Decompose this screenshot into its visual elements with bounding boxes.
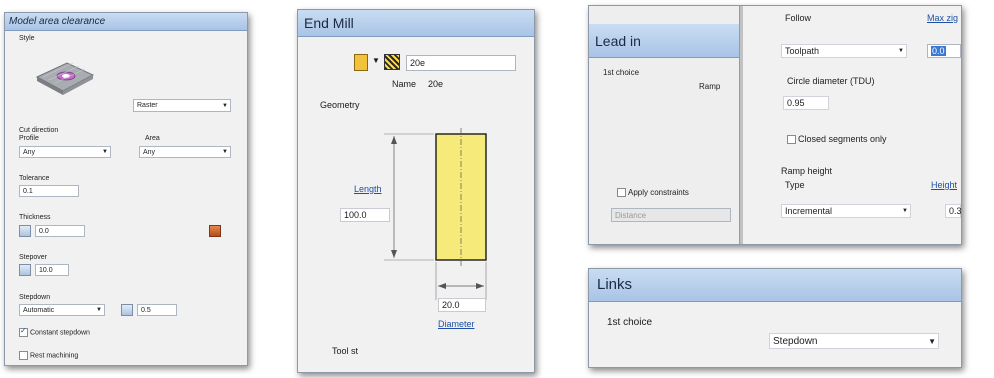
stepdown-mode-select[interactable]: Automatic ▼: [19, 304, 105, 316]
lead-in-title: Lead in: [595, 33, 641, 49]
model-area-clearance-titlebar: Model area clearance: [5, 13, 247, 31]
max-zig-link[interactable]: Max zig: [927, 13, 958, 23]
checkbox-unchecked-icon: [617, 188, 626, 198]
model-area-clearance-panel: Model area clearance Style Raster ▼ Cut …: [4, 12, 248, 366]
circle-diameter-label: Circle diameter (TDU): [787, 76, 875, 86]
checkbox-unchecked-icon: [19, 351, 28, 360]
area-select[interactable]: Any ▼: [139, 146, 231, 158]
type-select-value: Incremental: [785, 206, 833, 216]
tool-library-icon[interactable]: [384, 54, 400, 70]
chevron-down-icon[interactable]: ▼: [372, 56, 380, 65]
chevron-down-icon: ▼: [222, 103, 228, 109]
stepover-label: Stepover: [19, 254, 48, 261]
lead-in-titlebar: Lead in: [589, 24, 739, 58]
stepover-input[interactable]: 10.0: [35, 264, 69, 276]
style-select[interactable]: Raster ▼: [133, 99, 231, 112]
lead-in-ramp-label: Ramp: [699, 82, 721, 91]
column-divider: [739, 6, 743, 244]
stepdown-icon[interactable]: [121, 304, 133, 316]
area-select-value: Any: [143, 149, 156, 156]
follow-select[interactable]: Toolpath ▼: [781, 44, 907, 58]
style-label: Style: [19, 35, 35, 42]
thickness-pick-icon[interactable]: [209, 225, 221, 237]
lead-in-left-column: Lead in 1st choice Ramp Apply constraint…: [589, 6, 739, 244]
type-select[interactable]: Incremental ▼: [781, 204, 911, 218]
links-title: Links: [597, 276, 633, 293]
checkbox-checked-icon: ✓: [19, 326, 28, 337]
profile-label: Profile: [19, 135, 39, 142]
stepover-icon[interactable]: [19, 264, 31, 276]
style-select-value: Raster: [137, 102, 158, 109]
max-zig-input[interactable]: 0.0: [927, 44, 961, 58]
diameter-input[interactable]: 20.0: [438, 298, 486, 312]
area-label: Area: [145, 135, 160, 142]
apply-constraints-checkbox[interactable]: Apply constraints: [617, 188, 689, 198]
diameter-link[interactable]: Diameter: [438, 319, 475, 329]
style-preview-image: [35, 62, 95, 95]
length-link[interactable]: Length: [354, 184, 382, 194]
stepdown-input[interactable]: 0.5: [137, 304, 177, 316]
rest-machining-label: Rest machining: [30, 352, 79, 360]
thickness-label: Thickness: [19, 214, 51, 221]
distance-select[interactable]: Distance: [611, 208, 731, 222]
end-mill-panel: End Mill ▼ 20e Name 20e Geometry Length …: [297, 9, 535, 373]
length-input[interactable]: 100.0: [340, 208, 390, 222]
type-label: Type: [785, 180, 805, 190]
chevron-down-icon: ▼: [898, 48, 904, 54]
chevron-down-icon: ▼: [928, 337, 936, 346]
tool-type-icon[interactable]: [354, 54, 368, 71]
constant-stepdown-checkbox[interactable]: ✓ Constant stepdown: [19, 326, 90, 337]
thickness-input[interactable]: 0.0: [35, 225, 85, 237]
lead-in-panel: Lead in 1st choice Ramp Apply constraint…: [588, 5, 962, 245]
model-area-clearance-title: Model area clearance: [9, 16, 106, 27]
distance-placeholder: Distance: [615, 211, 647, 220]
end-mill-titlebar: End Mill: [298, 10, 534, 37]
stepdown-label: Stepdown: [19, 294, 51, 301]
geometry-label: Geometry: [320, 100, 360, 110]
stepdown-mode-value: Automatic: [23, 307, 55, 314]
chevron-down-icon: ▼: [222, 149, 228, 155]
closed-segments-checkbox[interactable]: Closed segments only: [787, 134, 887, 145]
rest-machining-checkbox[interactable]: Rest machining: [19, 351, 78, 360]
chevron-down-icon: ▼: [902, 208, 908, 214]
tool-name-select[interactable]: 20e: [406, 55, 516, 71]
cut-direction-label: Cut direction: [19, 127, 59, 134]
apply-constraints-label: Apply constraints: [628, 188, 689, 197]
tool-settings-label-partial: Tool st: [332, 346, 359, 356]
links-titlebar: Links: [589, 269, 961, 302]
closed-segments-label: Closed segments only: [798, 134, 887, 144]
ramp-height-label: Ramp height: [781, 166, 833, 176]
constant-stepdown-label: Constant stepdown: [30, 329, 90, 337]
tool-name-select-value: 20e: [410, 58, 426, 68]
links-first-choice-value: Stepdown: [773, 336, 818, 347]
links-first-choice-label: 1st choice: [607, 317, 653, 328]
height-link[interactable]: Height: [931, 180, 957, 190]
profile-select[interactable]: Any ▼: [19, 146, 111, 158]
thickness-lock-icon[interactable]: [19, 225, 31, 237]
follow-label: Follow: [785, 13, 812, 23]
profile-select-value: Any: [23, 149, 36, 156]
chevron-down-icon: ▼: [102, 149, 108, 155]
chevron-down-icon: ▼: [96, 307, 102, 313]
circle-diameter-input[interactable]: 0.95: [783, 96, 829, 110]
follow-select-value: Toolpath: [785, 46, 820, 56]
height-input[interactable]: 0.3: [945, 204, 961, 218]
name-label: Name: [392, 79, 417, 89]
lead-in-first-choice-label: 1st choice: [603, 68, 640, 77]
end-mill-title: End Mill: [304, 15, 354, 31]
tolerance-input[interactable]: 0.1: [19, 185, 79, 197]
tolerance-label: Tolerance: [19, 175, 50, 182]
checkbox-unchecked-icon: [787, 135, 796, 145]
links-panel: Links 1st choice Stepdown ▼: [588, 268, 962, 368]
max-zig-value: 0.0: [931, 46, 946, 56]
name-value: 20e: [428, 79, 444, 89]
links-first-choice-select[interactable]: Stepdown ▼: [769, 333, 939, 349]
tool-geometry-diagram: [384, 128, 487, 300]
